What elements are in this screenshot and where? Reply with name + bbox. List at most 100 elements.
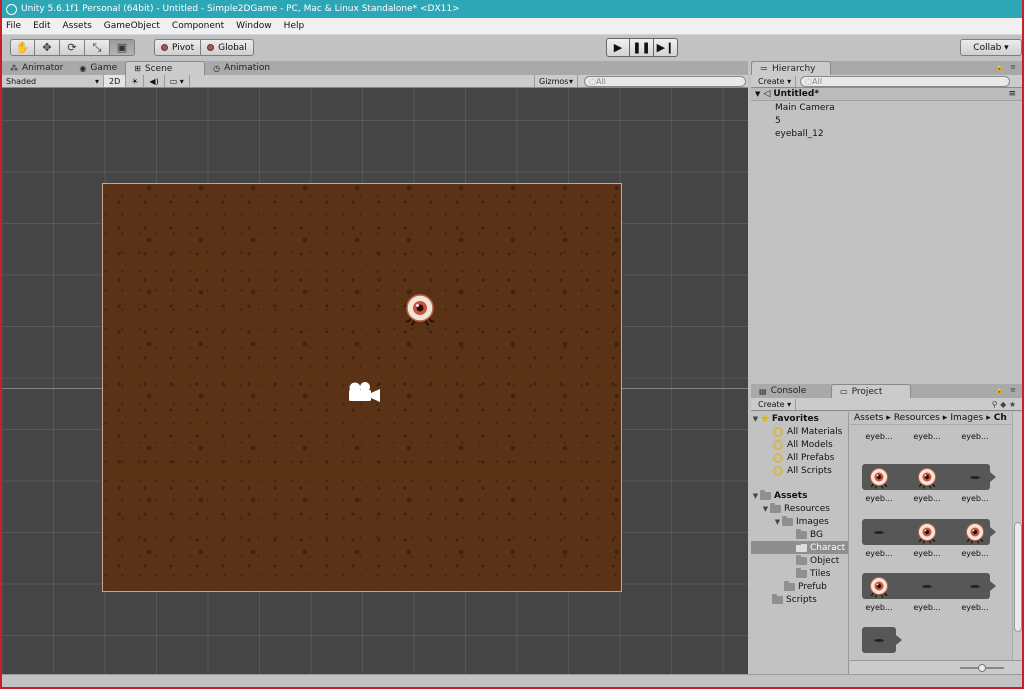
asset-area: eyeb... eyeb... eyeb... eyeb... eyeb... eyeb.… — [850, 426, 1012, 660]
project-toolbar: Create ▾ ⚲ ◆ ★ — [751, 398, 1022, 411]
expand-arrow-icon[interactable]: ▼ — [761, 505, 770, 513]
effects-dropdown[interactable]: ▭ ▾ — [165, 75, 190, 87]
eyeball-thumbnail[interactable] — [963, 521, 987, 545]
asset-label: eyeb... — [961, 432, 989, 441]
play-button[interactable]: ▶ — [606, 38, 630, 57]
size-slider-knob[interactable] — [978, 664, 986, 672]
breadcrumb-item[interactable]: Resources — [894, 413, 940, 423]
menu-component[interactable]: Component — [172, 21, 224, 31]
gizmos-dropdown[interactable]: Gizmos ▾ — [534, 75, 578, 87]
eyeball-thumbnail[interactable] — [867, 466, 891, 490]
tab-game[interactable]: ◉ Game — [71, 61, 125, 75]
favorite-item[interactable]: All Materials — [751, 425, 848, 438]
tree-folder-images[interactable]: ▼ Images — [751, 515, 848, 528]
pause-button[interactable]: ❚❚ — [630, 38, 654, 57]
tree-folder-prefub[interactable]: Prefub — [751, 580, 848, 593]
panel-lock-menu-icon[interactable]: 🔒 ≡ — [995, 386, 1018, 394]
scrollbar-thumb[interactable] — [1014, 522, 1022, 632]
breadcrumb: Assets ▸ Resources ▸ Images ▸ Ch — [850, 412, 1022, 425]
tab-game-label: Game — [90, 63, 118, 73]
tab-project[interactable]: ▭ Project — [831, 384, 911, 398]
panel-lock-menu-icon[interactable]: 🔒 ≡ — [995, 63, 1018, 71]
rect-tool-icon: ▣ — [116, 41, 128, 54]
hierarchy-search-input[interactable]: ◌All — [800, 75, 1011, 87]
eyeball-thumbnail[interactable] — [915, 466, 939, 490]
breadcrumb-separator: ▸ — [942, 413, 948, 423]
scene-search-input[interactable]: ◌All — [584, 75, 746, 87]
scene-menu-icon[interactable]: ≡ — [1008, 89, 1016, 99]
pause-icon: ❚❚ — [632, 41, 651, 54]
shading-mode-dropdown[interactable]: Shaded ▾ — [2, 75, 104, 87]
tree-folder-tiles[interactable]: Tiles — [751, 567, 848, 580]
breadcrumb-item[interactable]: Assets — [854, 413, 883, 423]
ground-sprite[interactable] — [102, 183, 622, 592]
camera-gizmo-icon[interactable] — [346, 381, 382, 405]
rect-tool-button[interactable]: ▣ — [110, 39, 135, 56]
asset-label: eyeb... — [913, 549, 941, 558]
tab-hierarchy[interactable]: ≔ Hierarchy — [751, 61, 831, 75]
scene-root-item[interactable]: ▼ ◁ Untitled* ≡ — [751, 88, 1022, 101]
hand-icon: ✋ — [15, 41, 30, 54]
tree-folder-resources[interactable]: ▼ Resources — [751, 502, 848, 515]
eyeball-thumbnail[interactable] — [915, 521, 939, 545]
sprite-thumbnail[interactable] — [874, 639, 884, 642]
rotate-tool-button[interactable]: ⟳ — [60, 39, 85, 56]
menu-assets[interactable]: Assets — [63, 21, 92, 31]
folder-label: Images — [796, 516, 829, 527]
collab-button[interactable]: Collab ▾ — [960, 39, 1022, 56]
eyeball-sprite[interactable] — [402, 292, 438, 328]
folder-icon — [796, 541, 807, 552]
breadcrumb-item[interactable]: Images — [950, 413, 983, 423]
asset-scrollbar[interactable] — [1012, 412, 1022, 660]
scale-tool-button[interactable]: ⤡ — [85, 39, 110, 56]
sprite-thumbnail[interactable] — [874, 531, 884, 534]
tab-animator[interactable]: ⁂ Animator — [2, 61, 71, 75]
hand-tool-button[interactable]: ✋ — [10, 39, 35, 56]
tree-folder-scripts[interactable]: Scripts — [751, 593, 848, 606]
pivot-button[interactable]: Pivot — [154, 39, 202, 56]
favorite-item[interactable]: All Prefabs — [751, 451, 848, 464]
menu-file[interactable]: File — [6, 21, 21, 31]
tab-scene[interactable]: ⊞ Scene — [125, 61, 206, 75]
menu-edit[interactable]: Edit — [33, 21, 50, 31]
project-create-button[interactable]: Create ▾ — [754, 398, 797, 410]
tab-animation[interactable]: ◷ Animation — [205, 61, 278, 75]
lighting-toggle[interactable]: ☀ — [126, 75, 145, 87]
favorites-header[interactable]: ▼ ★ Favorites — [751, 412, 848, 425]
pivot-icon — [161, 44, 168, 51]
favorite-item[interactable]: All Models — [751, 438, 848, 451]
filter-icons[interactable]: ⚲ ◆ ★ — [992, 400, 1016, 409]
sprite-thumbnail[interactable] — [970, 585, 980, 588]
expand-arrow-icon[interactable]: ▼ — [751, 492, 760, 500]
hierarchy-item[interactable]: 5 — [751, 114, 1022, 127]
sprite-thumbnail[interactable] — [970, 476, 980, 479]
hierarchy-create-button[interactable]: Create ▾ — [754, 75, 797, 87]
assets-folder[interactable]: ▼ Assets — [751, 489, 848, 502]
move-tool-button[interactable]: ✥ — [35, 39, 60, 56]
tree-folder-object[interactable]: Object — [751, 554, 848, 567]
sprite-thumbnail[interactable] — [922, 585, 932, 588]
favorite-item[interactable]: All Scripts — [751, 464, 848, 477]
expand-arrow-icon[interactable]: ▼ — [773, 518, 782, 526]
tree-folder-charact[interactable]: Charact — [751, 541, 848, 554]
pivot-label: Pivot — [172, 42, 195, 53]
expand-arrow-icon[interactable]: ▼ — [755, 90, 760, 98]
expand-arrow-icon[interactable]: ▼ — [751, 415, 760, 423]
menu-window[interactable]: Window — [236, 21, 272, 31]
breadcrumb-item[interactable]: Ch — [994, 413, 1007, 423]
menu-help[interactable]: Help — [284, 21, 305, 31]
folder-icon — [784, 580, 795, 591]
menu-gameobject[interactable]: GameObject — [104, 21, 160, 31]
hierarchy-item[interactable]: eyeball_12 — [751, 127, 1022, 140]
audio-toggle[interactable]: ◀) — [144, 75, 165, 87]
2d-toggle[interactable]: 2D — [104, 75, 127, 87]
tree-folder-bg[interactable]: BG — [751, 528, 848, 541]
scene-viewport[interactable] — [2, 88, 748, 674]
eyeball-thumbnail[interactable] — [867, 575, 891, 599]
hierarchy-item[interactable]: Main Camera — [751, 101, 1022, 114]
breadcrumb-separator: ▸ — [886, 413, 891, 423]
search-icon — [773, 452, 783, 463]
step-button[interactable]: ▶❙ — [654, 38, 678, 57]
global-button[interactable]: Global — [201, 39, 254, 56]
tab-console[interactable]: ▤ Console — [751, 384, 831, 398]
